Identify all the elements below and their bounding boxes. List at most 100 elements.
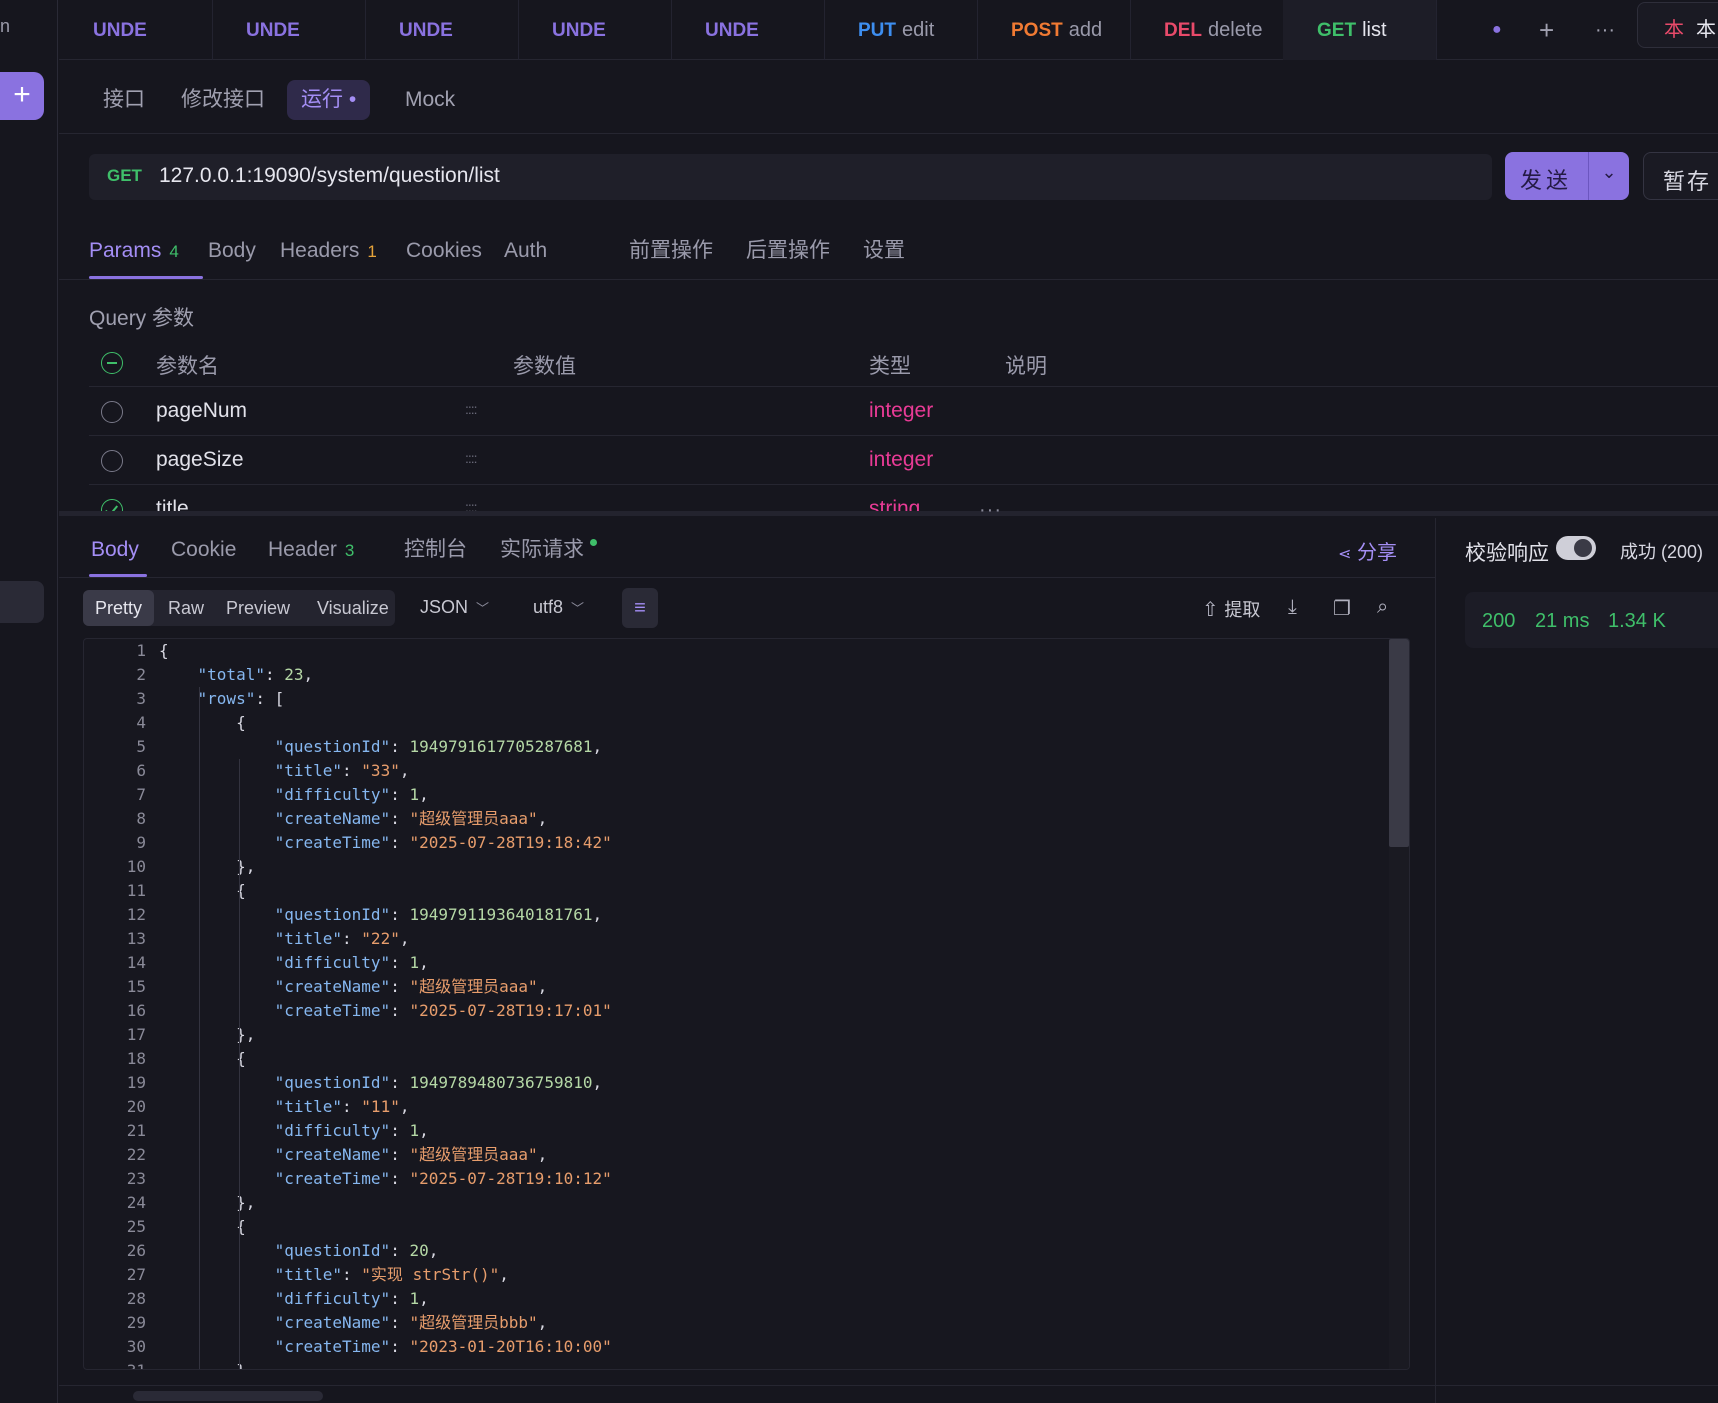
code-token: :	[390, 1001, 410, 1020]
code-line: "difficulty": 1,	[159, 1287, 1385, 1311]
request-tab[interactable]: PUT edit	[824, 0, 978, 60]
save-draft-button[interactable]: 暂存	[1643, 152, 1718, 200]
request-tab[interactable]: UNDE	[518, 0, 672, 60]
resp-tab-actual-request[interactable]: 实际请求	[500, 518, 597, 578]
subtab-run[interactable]: 运行 •	[287, 80, 371, 120]
new-item-button[interactable]: +	[0, 72, 44, 120]
resp-tab-console[interactable]: 控制台	[404, 518, 467, 578]
code-token: :	[390, 1289, 410, 1308]
send-button[interactable]: 发送 ⌄	[1505, 152, 1629, 200]
drag-handle-icon[interactable]: ::::	[465, 450, 478, 466]
select-all-checkbox[interactable]	[101, 352, 123, 374]
code-token: :	[342, 929, 362, 948]
extract-button[interactable]: ⇧ 提取	[1202, 596, 1260, 622]
view-raw[interactable]: Raw	[156, 590, 216, 626]
sidebar-selected-item[interactable]	[0, 581, 44, 623]
code-token: 1	[409, 953, 420, 972]
resp-tab-body[interactable]: Body	[91, 518, 139, 578]
params-count: 4	[169, 242, 179, 261]
send-options-chevron-icon[interactable]: ⌄	[1589, 162, 1629, 183]
encoding-select[interactable]: utf8 ﹀	[533, 597, 584, 618]
share-icon: ⋖	[1338, 546, 1352, 563]
format-select[interactable]: JSON ﹀	[420, 597, 489, 618]
resp-tab-cookie[interactable]: Cookie	[171, 518, 236, 578]
request-tab[interactable]: UNDE	[671, 0, 825, 60]
param-type[interactable]: integer	[869, 399, 933, 423]
tab-post-script[interactable]: 后置操作	[746, 218, 830, 280]
tab-settings[interactable]: 设置	[863, 218, 905, 280]
view-pretty[interactable]: Pretty	[83, 590, 155, 626]
new-tab-button[interactable]: +	[1539, 0, 1554, 60]
request-tab[interactable]: UNDE	[59, 0, 213, 60]
view-preview[interactable]: Preview	[214, 590, 302, 626]
horizontal-scrollbar[interactable]	[133, 1391, 323, 1401]
code-token: "difficulty"	[274, 953, 391, 972]
more-tabs-button[interactable]: ···	[1595, 0, 1615, 60]
row-checkbox[interactable]	[101, 401, 123, 423]
code-line: {	[159, 879, 1385, 903]
share-button[interactable]: ⋖ 分享	[1338, 536, 1397, 565]
download-icon[interactable]: ⤓	[1288, 596, 1297, 619]
subtab-mock[interactable]: Mock	[391, 80, 469, 120]
request-tab[interactable]: DEL delete	[1130, 0, 1284, 60]
tab-body[interactable]: Body	[208, 218, 256, 280]
line-number: 17	[126, 1025, 146, 1044]
code-token: ,	[537, 1313, 548, 1332]
tab-cookies[interactable]: Cookies	[406, 218, 482, 280]
chevron-down-icon: ﹀	[571, 601, 585, 616]
panel-splitter[interactable]: ···	[59, 499, 1718, 521]
response-status-text[interactable]: 成功 (200)	[1620, 538, 1703, 564]
request-tab[interactable]: UNDE	[212, 0, 366, 60]
code-line: "questionId": 1949791617705287681,	[159, 735, 1385, 759]
code-token: "33"	[361, 761, 400, 780]
request-tab-method: UNDE	[705, 20, 759, 41]
tab-headers[interactable]: Headers 1	[280, 218, 377, 280]
search-icon[interactable]: ⌕	[1377, 596, 1388, 619]
code-line: {	[159, 1047, 1385, 1071]
request-tab[interactable]: POST add	[977, 0, 1131, 60]
subtab-interface[interactable]: 接口	[89, 80, 159, 120]
line-number: 29	[126, 1313, 146, 1332]
resp-tab-header[interactable]: Header 3	[268, 518, 354, 578]
view-visualize[interactable]: Visualize	[305, 590, 401, 626]
code-token: "rows"	[197, 689, 256, 708]
save-draft-label: 暂存	[1663, 169, 1712, 194]
drag-handle-icon[interactable]: ::::	[465, 401, 478, 417]
code-token: "title"	[274, 1097, 343, 1116]
sidebar-stub-text: n	[0, 16, 11, 36]
environment-selector[interactable]: 本 本	[1637, 2, 1718, 48]
request-tab[interactable]: UNDE	[365, 0, 519, 60]
code-line: "createName": "超级管理员bbb",	[159, 1311, 1385, 1335]
code-token: 1949791193640181761	[409, 905, 593, 924]
code-token: :	[390, 1337, 410, 1356]
response-body-viewer[interactable]: 1 2 3 4 5 6 7 8 9 10 11 12 13 14 15 16 17 18 19 20 21 22 23 24 2…	[83, 638, 1410, 1370]
word-wrap-button[interactable]: ≡	[622, 588, 658, 628]
chevron-down-icon: ﹀	[476, 601, 490, 616]
validate-toggle[interactable]	[1556, 536, 1596, 560]
url-input[interactable]: 127.0.0.1:19090/system/question/list	[159, 164, 500, 188]
scrollbar-thumb[interactable]	[1389, 639, 1409, 847]
code-token: "difficulty"	[274, 1121, 391, 1140]
scrollbar-track[interactable]	[1389, 639, 1409, 1369]
param-name[interactable]: pageNum	[156, 399, 247, 423]
param-type[interactable]: integer	[869, 448, 933, 472]
request-tab[interactable]: GET list	[1283, 0, 1437, 60]
request-method[interactable]: GET	[107, 166, 142, 186]
subtab-edit-interface[interactable]: 修改接口	[167, 80, 279, 120]
param-name[interactable]: pageSize	[156, 448, 244, 472]
request-tab-name: add	[1068, 19, 1103, 41]
tab-params[interactable]: Params 4	[89, 218, 179, 280]
tab-headers-label: Headers	[280, 239, 360, 262]
copy-icon[interactable]: ❐	[1333, 596, 1351, 621]
wrap-lines-icon: ≡	[634, 597, 646, 619]
tab-pre-script[interactable]: 前置操作	[629, 218, 713, 280]
tab-auth[interactable]: Auth	[504, 218, 547, 280]
response-stats: 200 21 ms 1.34 K	[1465, 592, 1718, 648]
url-bar[interactable]: GET 127.0.0.1:19090/system/question/list	[89, 154, 1492, 200]
row-checkbox[interactable]	[101, 450, 123, 472]
